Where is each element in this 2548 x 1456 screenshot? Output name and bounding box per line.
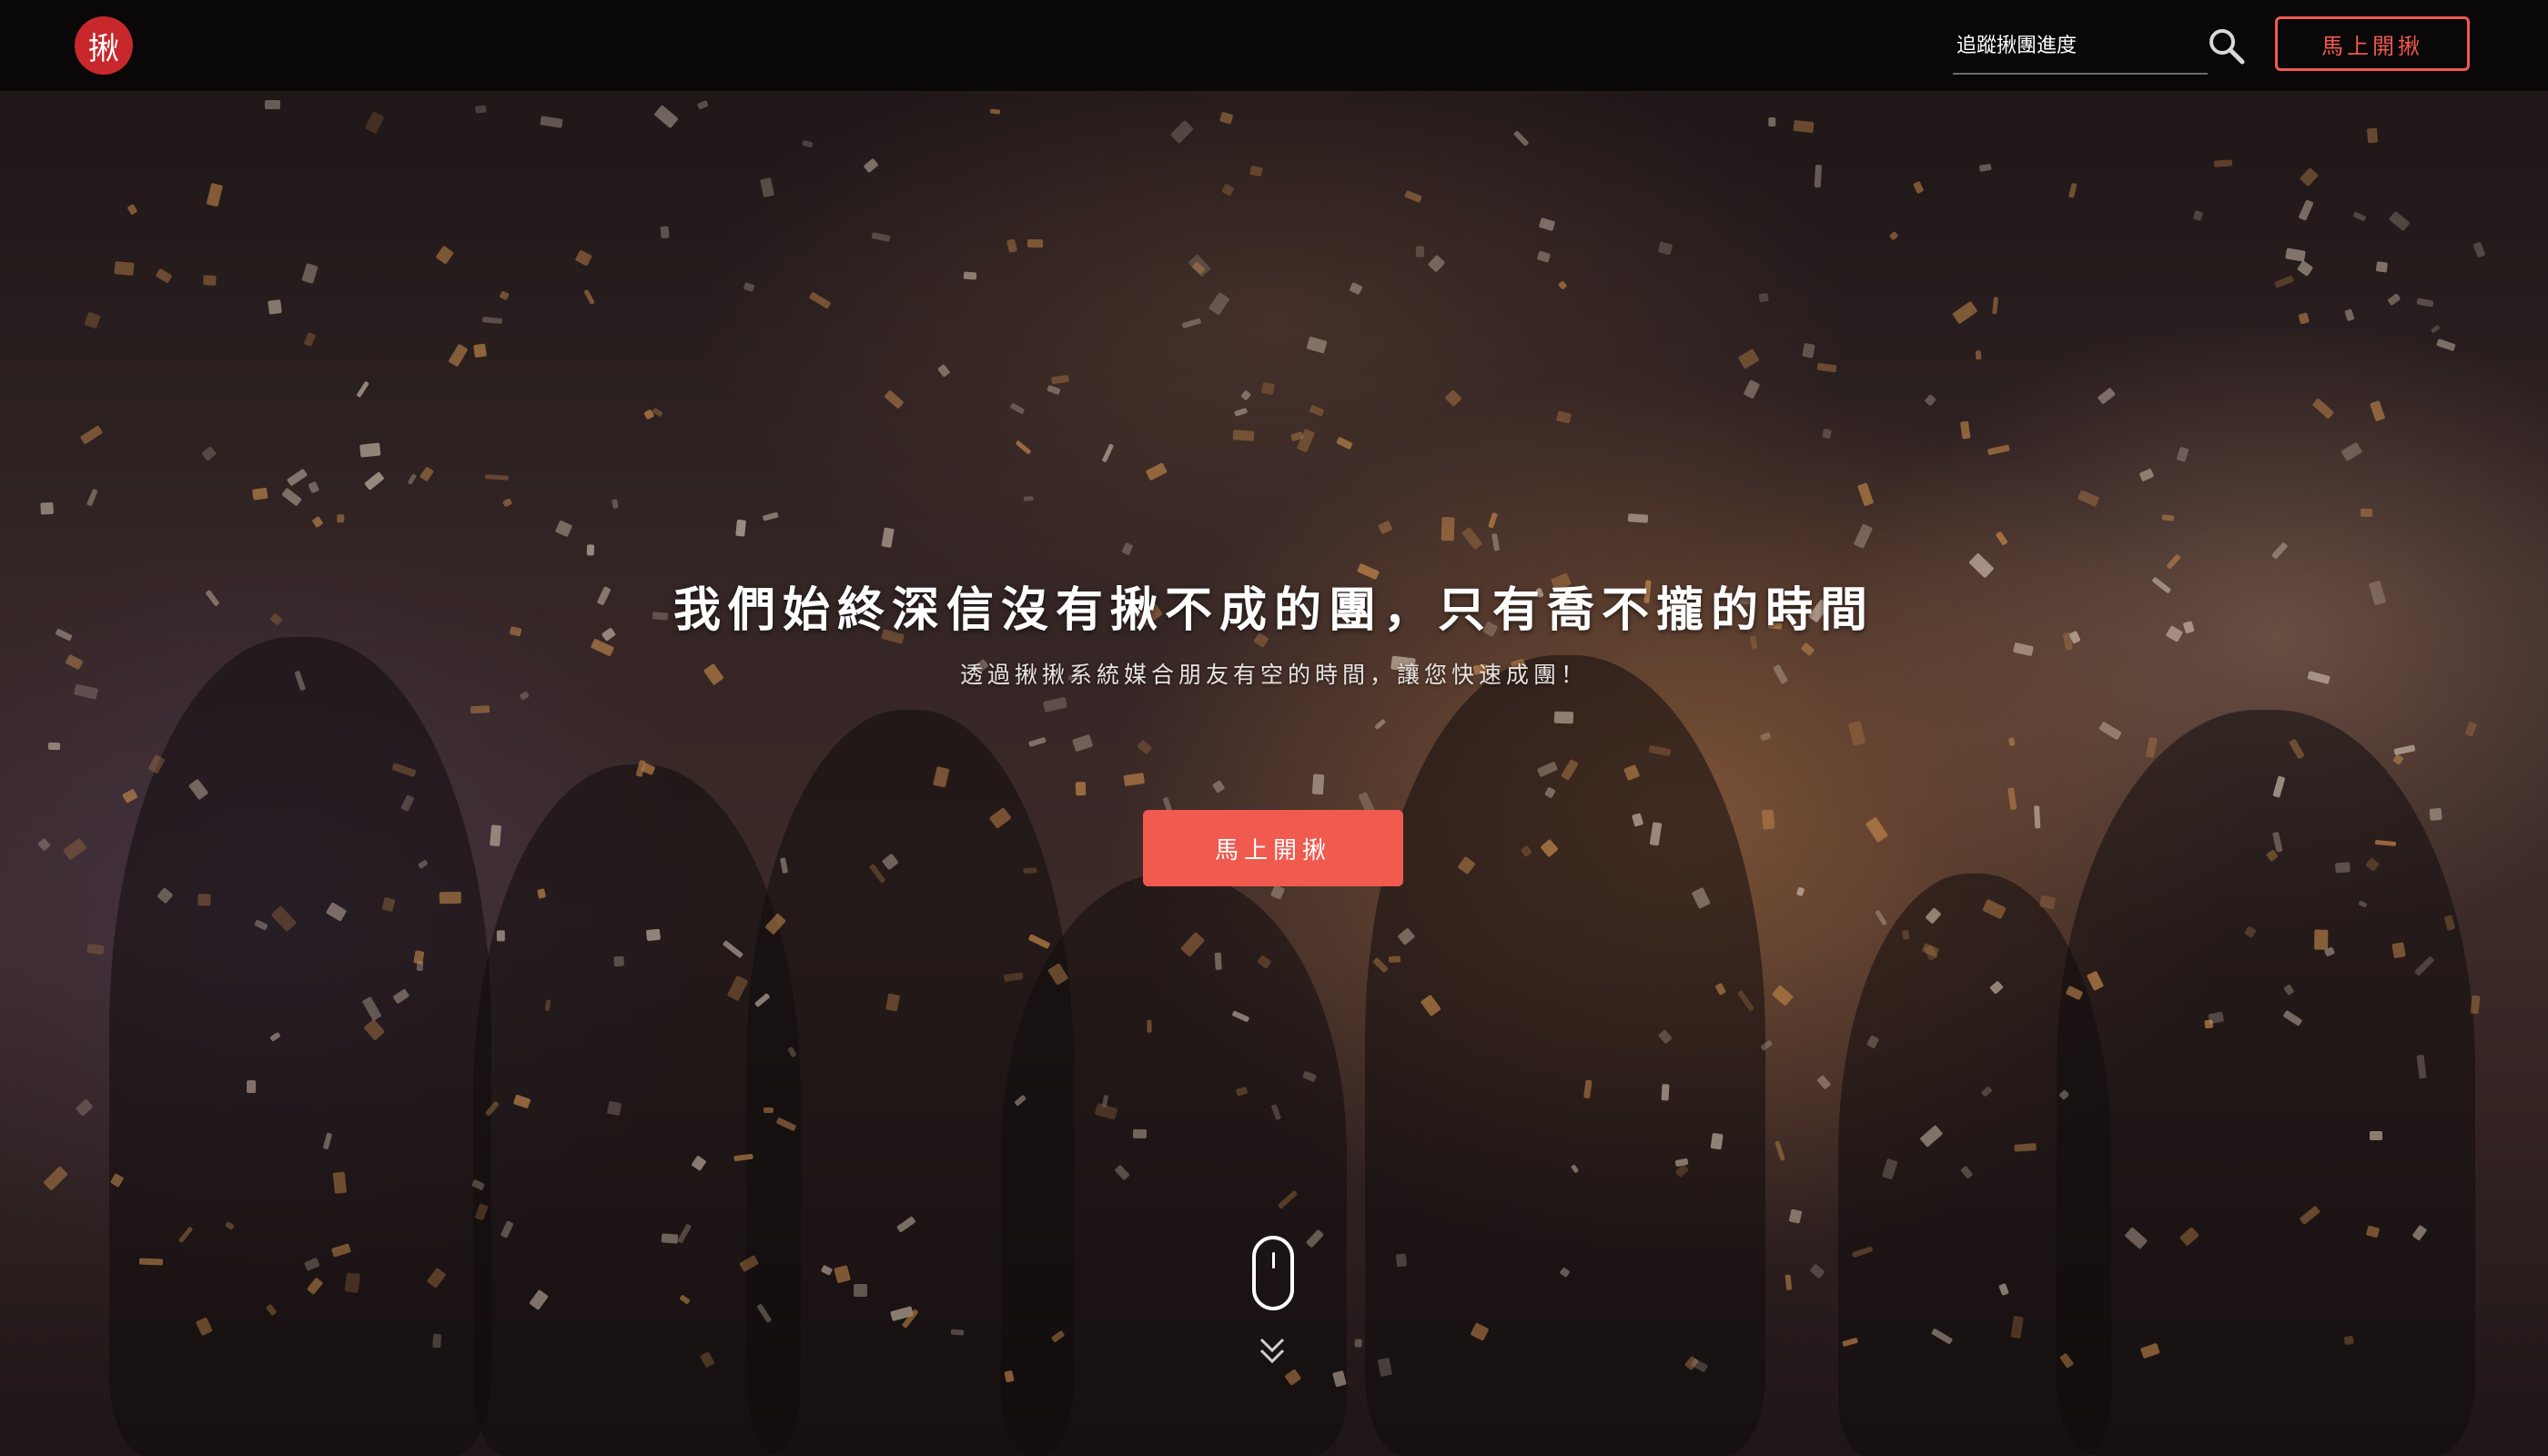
start-group-button-hero[interactable]: 馬上開揪: [1143, 810, 1403, 886]
start-group-button-nav[interactable]: 馬上開揪: [2275, 16, 2470, 71]
scroll-indicator[interactable]: [1245, 1236, 1303, 1381]
site-logo[interactable]: 揪: [75, 16, 133, 75]
mouse-icon: [1252, 1236, 1294, 1310]
chevron-down-icon: [1259, 1338, 1285, 1364]
hero-headline: 我們始終深信沒有揪不成的團，只有喬不攏的時間: [672, 583, 1875, 638]
search-icon[interactable]: [2206, 25, 2246, 66]
search-field: [1953, 25, 2208, 75]
search-input[interactable]: [1953, 25, 2206, 66]
hero-subheadline: 透過揪揪系統媒合朋友有空的時間，讓您快速成團！: [959, 662, 1588, 688]
top-navbar: 揪 馬上開揪: [0, 0, 2548, 91]
